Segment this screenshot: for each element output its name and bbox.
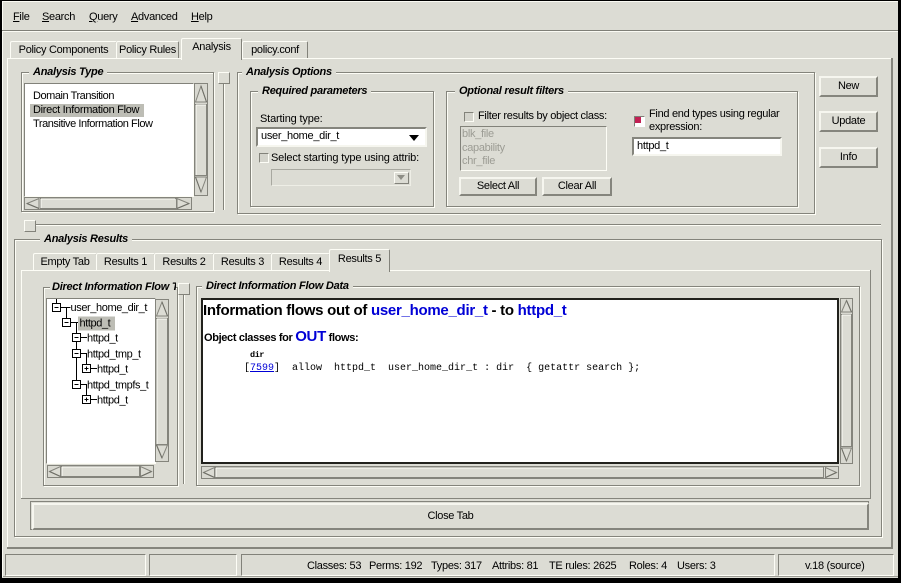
svg-text:httpd_t: httpd_t	[80, 318, 111, 330]
svg-text:httpd_tmpfs_t: httpd_tmpfs_t	[87, 380, 149, 392]
svg-text:httpd_t: httpd_t	[97, 395, 128, 407]
svg-text:user_home_dir_t: user_home_dir_t	[71, 302, 148, 314]
svg-text:httpd_t: httpd_t	[87, 333, 118, 345]
svg-text:httpd_t: httpd_t	[97, 364, 128, 376]
svg-text:httpd_tmp_t: httpd_tmp_t	[87, 349, 141, 361]
